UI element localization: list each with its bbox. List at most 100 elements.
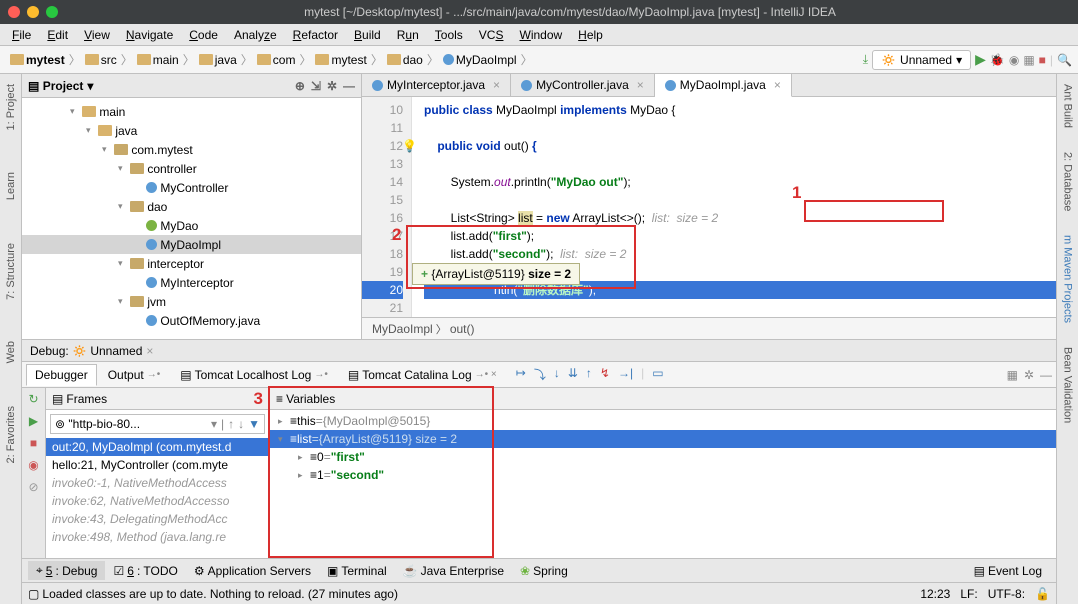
tree-item-outofmemory-java[interactable]: OutOfMemory.java [22, 311, 361, 330]
tree-toggle-icon[interactable]: ▾ [86, 125, 96, 136]
bottom-tab-debug[interactable]: ⌖5: Debug [28, 561, 105, 580]
prev-frame-icon[interactable]: ↑ [228, 417, 234, 431]
chevron-down-icon[interactable]: ▾ [87, 79, 93, 93]
variables-list[interactable]: ▸ ≡ this = {MyDaoImpl@5015}▾ ≡ list = {A… [270, 410, 1056, 558]
tree-toggle-icon[interactable]: ▾ [118, 258, 128, 269]
minimize-window-icon[interactable] [27, 6, 39, 18]
variable-row[interactable]: ▸ ≡ 1 = "second" [270, 466, 1056, 484]
tree-item-java[interactable]: ▾ java [22, 121, 361, 140]
learn-tool-tab[interactable]: Learn [3, 166, 19, 206]
bottom-tab-terminal[interactable]: ▣Terminal [319, 562, 395, 580]
variable-row[interactable]: ▾ ≡ list = {ArrayList@5119} size = 2 [270, 430, 1056, 448]
variable-row[interactable]: ▸ ≡ this = {MyDaoImpl@5015} [270, 412, 1056, 430]
tree-item-mydao[interactable]: MyDao [22, 216, 361, 235]
breadcrumb-root[interactable]: mytest [6, 53, 69, 67]
tree-toggle-icon[interactable]: ▾ [118, 201, 128, 212]
menu-code[interactable]: Code [181, 26, 226, 44]
variable-row[interactable]: ▸ ≡ 0 = "first" [270, 448, 1056, 466]
tree-toggle-icon[interactable]: ▾ [118, 296, 128, 307]
crumb-class[interactable]: MyDaoImpl [372, 322, 433, 336]
rerun-icon[interactable]: ↻ [28, 392, 38, 406]
gutter[interactable]: 101112 💡1314151617181920 21 [362, 97, 412, 317]
menu-view[interactable]: View [76, 26, 118, 44]
hide-icon[interactable]: — [1040, 368, 1052, 382]
collapse-icon[interactable]: ⇲ [311, 79, 321, 93]
tree-item-jvm[interactable]: ▾ jvm [22, 292, 361, 311]
tree-item-mycontroller[interactable]: MyController [22, 178, 361, 197]
close-icon[interactable]: × [637, 78, 644, 92]
close-icon[interactable]: × [146, 344, 153, 358]
hide-icon[interactable]: — [343, 79, 355, 93]
bottom-tab-appservers[interactable]: ⚙Application Servers [186, 562, 319, 580]
profile-button[interactable]: ▦ [1023, 53, 1034, 67]
menu-build[interactable]: Build [346, 26, 389, 44]
tree-item-interceptor[interactable]: ▾ interceptor [22, 254, 361, 273]
breadcrumb-item[interactable]: java [195, 53, 241, 67]
debugger-tab[interactable]: Debugger [26, 364, 97, 386]
ant-build-tab[interactable]: Ant Build [1060, 78, 1076, 134]
breadcrumb-item[interactable]: com [253, 53, 300, 67]
tree-item-mydaoimpl[interactable]: MyDaoImpl [22, 235, 361, 254]
bottom-tab-spring[interactable]: ❀Spring [512, 562, 576, 580]
tree-toggle-icon[interactable]: ▸ [298, 452, 308, 463]
stack-frame[interactable]: invoke0:-1, NativeMethodAccess [46, 474, 269, 492]
caret-position[interactable]: 12:23 [920, 587, 950, 601]
menu-run[interactable]: Run [389, 26, 427, 44]
show-exec-point-icon[interactable]: ↦ [516, 366, 526, 383]
tree-item-myinterceptor[interactable]: MyInterceptor [22, 273, 361, 292]
run-to-cursor-icon[interactable]: →| [618, 366, 633, 383]
breadcrumb-item[interactable]: mytest [311, 53, 370, 67]
menu-window[interactable]: Window [511, 26, 570, 44]
event-log-button[interactable]: ▤Event Log [966, 562, 1050, 580]
tree-toggle-icon[interactable]: ▸ [298, 470, 308, 481]
gear-icon[interactable]: ✲ [1024, 368, 1034, 382]
menu-navigate[interactable]: Navigate [118, 26, 181, 44]
editor-tab[interactable]: MyInterceptor.java× [362, 74, 511, 96]
console-tab[interactable]: Output→• [99, 364, 170, 386]
resume-icon[interactable]: ▶ [29, 414, 38, 428]
database-tab[interactable]: 2: Database [1060, 146, 1076, 217]
stack-frame[interactable]: invoke:498, Method (java.lang.re [46, 528, 269, 546]
gear-icon[interactable]: ✲ [327, 79, 337, 93]
editor-crumb-bar[interactable]: MyDaoImpl 〉 out() [362, 317, 1056, 339]
breakpoints-icon[interactable]: ◉ [28, 458, 38, 472]
stack-frame[interactable]: out:20, MyDaoImpl (com.mytest.d [46, 438, 269, 456]
line-separator[interactable]: LF: [960, 587, 977, 601]
crumb-method[interactable]: out() [450, 322, 475, 336]
step-over-icon[interactable]: ⤵ [534, 366, 546, 383]
breadcrumb-class[interactable]: MyDaoImpl [439, 53, 521, 67]
tree-item-main[interactable]: ▾ main [22, 102, 361, 121]
tree-toggle-icon[interactable]: ▾ [278, 434, 288, 445]
stack-frame[interactable]: invoke:43, DelegatingMethodAcc [46, 510, 269, 528]
editor-tab-active[interactable]: MyDaoImpl.java× [655, 74, 792, 97]
menu-help[interactable]: Help [570, 26, 611, 44]
frames-list[interactable]: out:20, MyDaoImpl (com.mytest.dhello:21,… [46, 438, 269, 558]
file-encoding[interactable]: UTF-8: [988, 587, 1025, 601]
status-icon[interactable]: ▢ [28, 587, 39, 601]
project-tree[interactable]: ▾ main▾ java▾ com.mytest▾ controller MyC… [22, 98, 361, 339]
run-button[interactable]: ▶ [975, 51, 986, 68]
next-frame-icon[interactable]: ↓ [238, 417, 244, 431]
locate-icon[interactable]: ⊕ [295, 79, 305, 93]
editor-body[interactable]: 101112 💡1314151617181920 21 public class… [362, 97, 1056, 317]
step-into-icon[interactable]: ↓ [554, 366, 560, 383]
step-out-icon[interactable]: ↑ [586, 366, 592, 383]
tree-toggle-icon[interactable]: ▾ [102, 144, 112, 155]
menu-tools[interactable]: Tools [427, 26, 471, 44]
close-window-icon[interactable] [8, 6, 20, 18]
menu-analyze[interactable]: Analyze [226, 26, 285, 44]
build-icon[interactable]: ⤓ [863, 52, 868, 67]
menu-refactor[interactable]: Refactor [285, 26, 346, 44]
window-controls[interactable] [8, 6, 58, 18]
bottom-tab-javaee[interactable]: ☕Java Enterprise [395, 562, 512, 580]
stop-button[interactable]: ■ [1039, 53, 1046, 67]
project-tool-tab[interactable]: 1: Project [3, 78, 19, 136]
tree-item-dao[interactable]: ▾ dao [22, 197, 361, 216]
maximize-window-icon[interactable] [46, 6, 58, 18]
structure-tool-tab[interactable]: 7: Structure [3, 237, 19, 306]
tree-item-com-mytest[interactable]: ▾ com.mytest [22, 140, 361, 159]
tree-item-controller[interactable]: ▾ controller [22, 159, 361, 178]
run-config-selector[interactable]: 🔅 Unnamed ▾ [872, 50, 971, 70]
tree-toggle-icon[interactable]: ▸ [278, 416, 288, 427]
tree-toggle-icon[interactable]: ▾ [118, 163, 128, 174]
